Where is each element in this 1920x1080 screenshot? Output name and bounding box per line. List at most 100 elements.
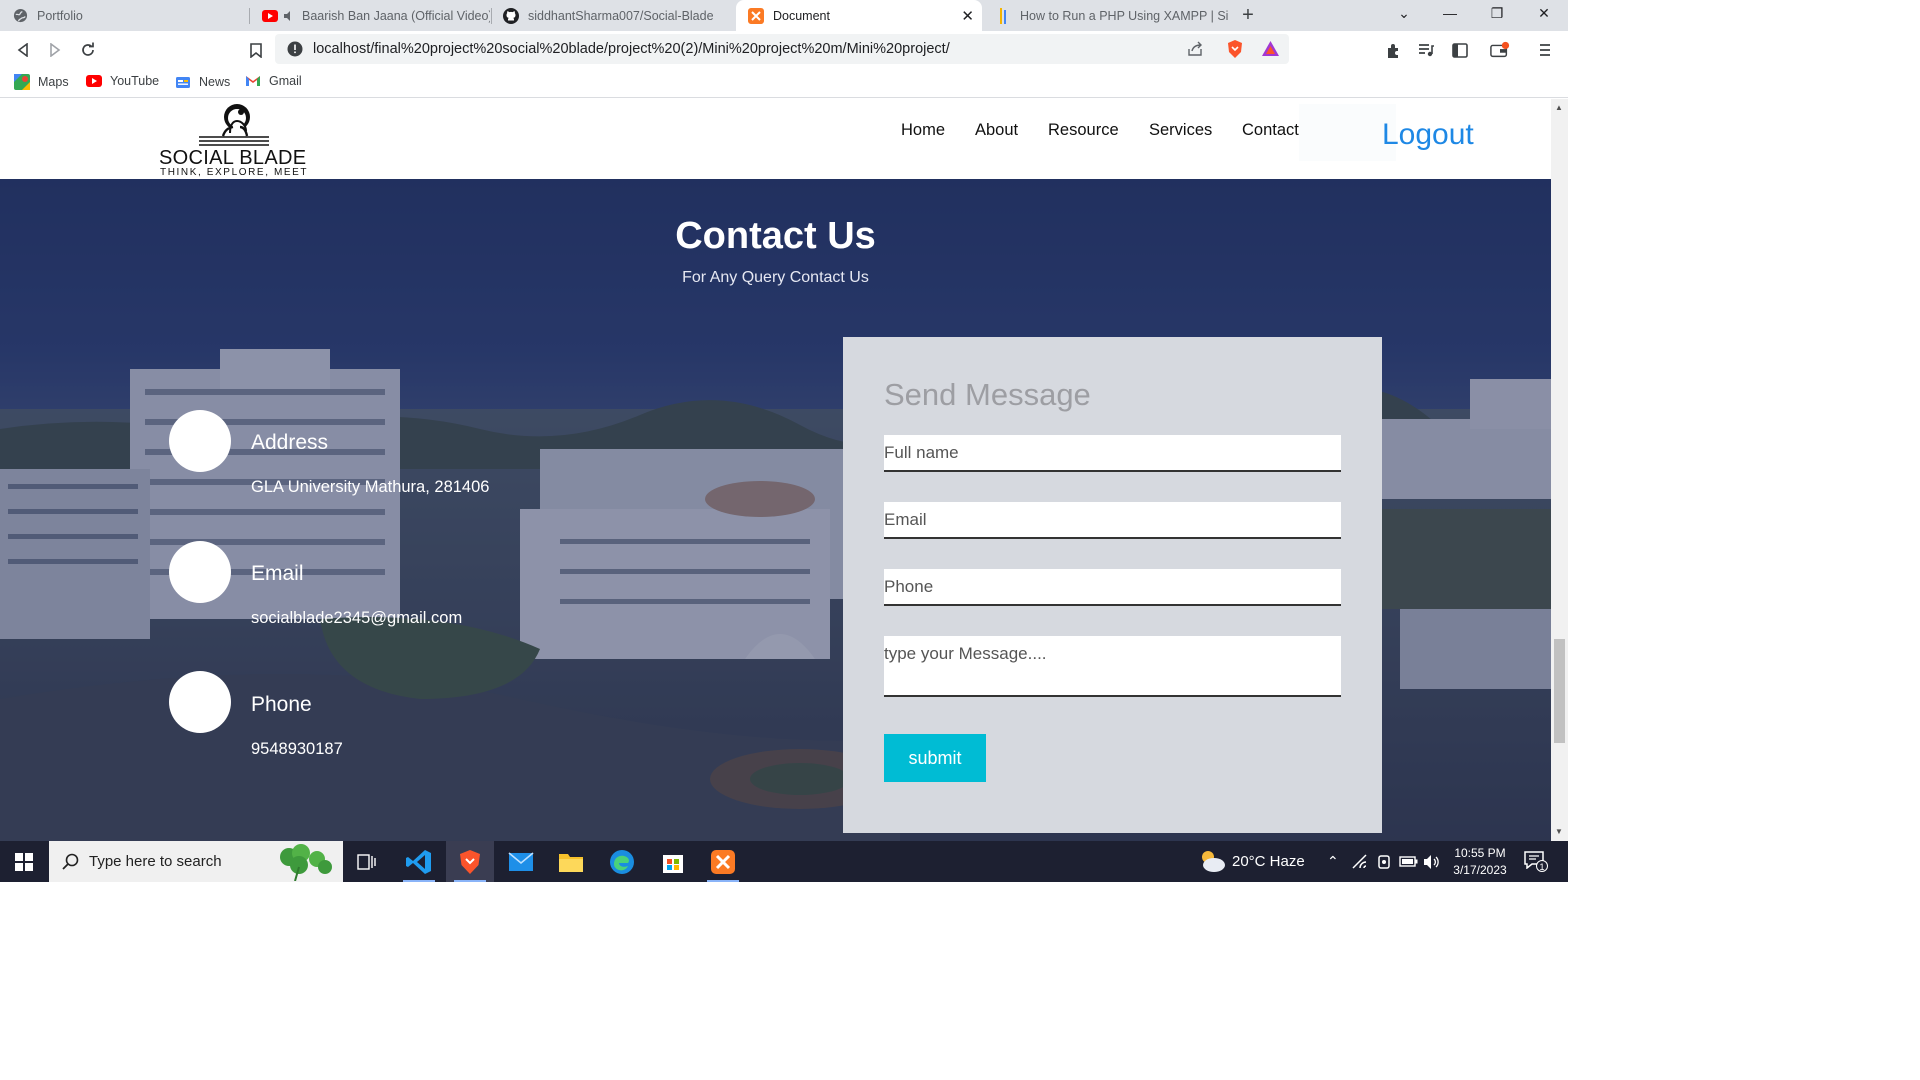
address-value: GLA University Mathura, 281406: [251, 478, 490, 496]
battery-icon[interactable]: [1399, 856, 1418, 867]
phone-input[interactable]: [884, 569, 1341, 606]
notification-center-button[interactable]: 1: [1524, 851, 1548, 873]
browser-tab-strip: Portfolio Baarish Ban Jaana (Official Vi…: [0, 0, 1568, 31]
tab-title: Baarish Ban Jaana (Official Video) |: [302, 8, 490, 23]
logo-tagline: THINK, EXPLORE, MEET: [160, 167, 309, 178]
back-icon[interactable]: [13, 40, 33, 60]
bookmark-label: YouTube: [110, 74, 160, 88]
running-indicator: [707, 880, 739, 882]
task-view-button[interactable]: [343, 841, 391, 882]
task-view-icon: [357, 853, 376, 870]
shamrock-icon: [280, 844, 332, 881]
nav-home[interactable]: Home: [901, 121, 945, 140]
page-icon: [995, 7, 1011, 24]
bookmark-youtube[interactable]: YouTube: [86, 74, 159, 88]
contact-section: Contact Us For Any Query Contact Us Addr…: [0, 179, 1551, 841]
message-textarea[interactable]: [884, 636, 1341, 697]
new-tab-button[interactable]: +: [1238, 4, 1258, 26]
brave-rewards-icon[interactable]: [1261, 40, 1280, 62]
address-icon: [169, 410, 231, 472]
weather-text[interactable]: 20°C Haze: [1232, 853, 1305, 870]
running-indicator: [403, 880, 435, 882]
nav-services[interactable]: Services: [1149, 121, 1212, 140]
restore-icon[interactable]: ❐: [1487, 5, 1507, 22]
send-message-form: Send Message submit: [843, 337, 1382, 833]
tab-portfolio[interactable]: Portfolio: [0, 0, 248, 31]
nav-contact[interactable]: Contact: [1242, 121, 1299, 140]
page-viewport: SOCIAL BLADE THINK, EXPLORE, MEET Home A…: [0, 99, 1551, 841]
volume-icon[interactable]: [1423, 854, 1440, 870]
brave-shields-icon[interactable]: [1226, 39, 1244, 64]
news-icon: [176, 77, 190, 88]
bookmark-icon[interactable]: [246, 40, 266, 60]
extensions-icon[interactable]: [1384, 40, 1404, 60]
playlist-icon[interactable]: [1416, 40, 1436, 60]
bookmark-label: News: [199, 75, 231, 89]
wallet-icon[interactable]: [1490, 40, 1510, 60]
site-header: SOCIAL BLADE THINK, EXPLORE, MEET Home A…: [0, 99, 1551, 179]
address-bar[interactable]: localhost/final%20project%20social%20bla…: [275, 34, 1289, 64]
bookmark-maps[interactable]: Maps: [14, 74, 69, 90]
vscode-icon: [406, 849, 431, 874]
bookmark-label: Maps: [38, 75, 69, 89]
close-window-icon[interactable]: ✕: [1534, 5, 1554, 22]
folder-icon: [559, 853, 583, 872]
phone-label: Phone: [251, 693, 312, 716]
clock-date: 3/17/2023: [1453, 863, 1507, 877]
nav-resource[interactable]: Resource: [1048, 121, 1119, 140]
show-hidden-icons-chevron-icon[interactable]: ⌃: [1327, 853, 1339, 870]
logout-button[interactable]: Logout: [1299, 104, 1474, 161]
taskbar-brave[interactable]: [446, 841, 494, 882]
tab-title: siddhantSharma007/Social-Blade: [528, 8, 714, 23]
url-text: localhost/final%20project%20social%20bla…: [313, 41, 950, 57]
page-scrollbar[interactable]: ▲ ▼: [1551, 99, 1568, 841]
search-icon: [62, 853, 79, 870]
share-icon[interactable]: [1187, 41, 1204, 62]
device-icon[interactable]: [1377, 854, 1391, 870]
bookmark-news[interactable]: News: [175, 74, 230, 90]
reload-icon[interactable]: [78, 40, 98, 60]
start-button[interactable]: [0, 841, 48, 882]
tab-youtube-video[interactable]: Baarish Ban Jaana (Official Video) |: [250, 0, 490, 31]
bookmark-gmail[interactable]: Gmail: [245, 74, 302, 88]
contact-title: Contact Us: [675, 215, 876, 257]
taskbar-search-box[interactable]: Type here to search: [49, 841, 343, 882]
edge-icon: [610, 849, 634, 874]
tab-document[interactable]: Document ✕: [736, 0, 982, 31]
xampp-icon: [711, 849, 735, 874]
fullname-input[interactable]: [884, 435, 1341, 472]
thinker-figure-icon: [199, 104, 269, 146]
taskbar-vscode[interactable]: [395, 841, 443, 882]
submit-button[interactable]: submit: [884, 734, 986, 782]
clock-time: 10:55 PM: [1454, 846, 1506, 860]
taskbar-file-explorer[interactable]: [547, 841, 595, 882]
wifi-icon[interactable]: [1352, 854, 1368, 869]
scroll-down-arrow-icon[interactable]: ▼: [1555, 827, 1563, 836]
taskbar-xampp[interactable]: [699, 841, 747, 882]
taskbar-mail[interactable]: [497, 841, 545, 882]
tab-github[interactable]: siddhantSharma007/Social-Blade: [491, 0, 735, 31]
close-tab-icon[interactable]: ✕: [961, 7, 974, 25]
weather-cloud-icon: [1202, 851, 1225, 872]
phone-icon: [169, 671, 231, 733]
email-label: Email: [251, 562, 304, 585]
minimize-icon[interactable]: —: [1440, 5, 1460, 21]
scrollbar-thumb[interactable]: [1554, 639, 1565, 743]
taskbar-edge[interactable]: [598, 841, 646, 882]
info-icon[interactable]: [287, 41, 303, 62]
maps-icon: [14, 74, 30, 90]
tab-php-xampp[interactable]: How to Run a PHP Using XAMPP | Sim: [983, 0, 1229, 31]
speaker-icon[interactable]: [281, 8, 297, 24]
system-clock[interactable]: 10:55 PM 3/17/2023: [1448, 845, 1512, 879]
sidebar-icon[interactable]: [1450, 40, 1470, 60]
forward-icon[interactable]: [45, 40, 65, 60]
taskbar-store[interactable]: [649, 841, 697, 882]
bookmark-label: Gmail: [269, 74, 302, 88]
scroll-up-arrow-icon[interactable]: ▲: [1555, 103, 1563, 112]
form-title: Send Message: [884, 377, 1091, 412]
email-input[interactable]: [884, 502, 1341, 539]
nav-about[interactable]: About: [975, 121, 1018, 140]
site-logo[interactable]: SOCIAL BLADE THINK, EXPLORE, MEET: [157, 103, 310, 178]
menu-icon[interactable]: [1535, 40, 1555, 60]
tab-search-chevron-icon[interactable]: ⌄: [1394, 5, 1414, 22]
